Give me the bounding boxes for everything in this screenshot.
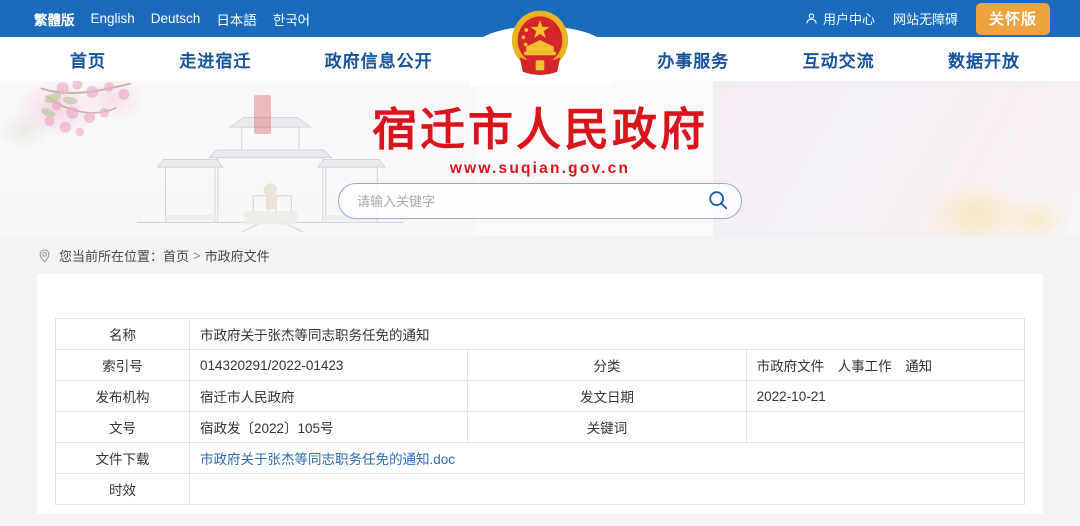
user-center-label: 用户中心 xyxy=(822,12,875,27)
breadcrumb-separator: > xyxy=(193,247,201,263)
table-row: 文号 宿政发〔2022〕105号 关键词 xyxy=(55,411,1026,443)
breadcrumb: 您当前所在位置： 首页 > 市政府文件 xyxy=(0,236,1080,274)
site-title: 宿迁市人民政府 xyxy=(371,103,708,156)
meta-value-validity xyxy=(189,473,1025,505)
search-icon xyxy=(707,189,729,214)
accessibility-link[interactable]: 网站无障碍 xyxy=(893,9,958,28)
meta-value-category: 市政府文件 人事工作 通知 xyxy=(745,349,1026,381)
content-card: 名称 市政府关于张杰等同志职务任免的通知 索引号 014320291/2022-… xyxy=(37,274,1043,514)
main-navigation: 首页 走进宿迁 政府信息公开 办事服务 互动交流 数据开放 xyxy=(0,37,1080,81)
nav-item-services[interactable]: 办事服务 xyxy=(657,47,729,72)
user-center-button[interactable]: 用户中心 xyxy=(805,9,875,28)
meta-label-keywords: 关键词 xyxy=(467,411,747,443)
table-row: 文件下载 市政府关于张杰等同志职务任免的通知.doc xyxy=(55,442,1025,474)
nav-item-gov-info-disclosure[interactable]: 政府信息公开 xyxy=(325,47,433,72)
site-banner: 宿迁市人民政府 www.suqian.gov.cn xyxy=(0,81,1080,236)
table-row: 发布机构 宿迁市人民政府 发文日期 2022-10-21 xyxy=(55,380,1026,412)
table-row: 时效 xyxy=(55,473,1025,505)
search-box[interactable] xyxy=(338,183,742,219)
nav-item-about-suqian[interactable]: 走进宿迁 xyxy=(179,47,251,72)
meta-label-validity: 时效 xyxy=(55,473,190,505)
language-link-japanese[interactable]: 日本語 xyxy=(216,9,257,29)
language-link-traditional[interactable]: 繁體版 xyxy=(34,9,75,29)
meta-label-document-number: 文号 xyxy=(55,411,190,443)
meta-label-file-download: 文件下载 xyxy=(55,442,190,474)
meta-value-index-number: 014320291/2022-01423 xyxy=(188,349,469,381)
meta-value-keywords xyxy=(745,411,1026,443)
top-right-links: 用户中心 网站无障碍 关怀版 xyxy=(805,2,1050,35)
meta-label-category: 分类 xyxy=(467,349,747,381)
language-link-korean[interactable]: 한국어 xyxy=(273,9,310,29)
user-icon xyxy=(805,12,818,25)
banner-title-block: 宿迁市人民政府 www.suqian.gov.cn xyxy=(0,107,1080,178)
site-url: www.suqian.gov.cn xyxy=(449,160,631,177)
meta-value-issue-date: 2022-10-21 xyxy=(745,380,1026,412)
breadcrumb-current: 市政府文件 xyxy=(204,248,270,264)
meta-label-issue-date: 发文日期 xyxy=(467,380,747,412)
language-link-english[interactable]: English xyxy=(91,11,135,26)
meta-value-document-number: 宿政发〔2022〕105号 xyxy=(188,411,469,443)
nav-item-interaction[interactable]: 互动交流 xyxy=(803,47,875,72)
nav-item-open-data[interactable]: 数据开放 xyxy=(948,47,1020,72)
nav-item-home[interactable]: 首页 xyxy=(70,47,106,72)
table-row: 名称 市政府关于张杰等同志职务任免的通知 xyxy=(55,318,1025,350)
search-button[interactable] xyxy=(695,184,741,218)
table-row: 索引号 014320291/2022-01423 分类 市政府文件 人事工作 通… xyxy=(55,349,1026,381)
file-download-link[interactable]: 市政府关于张杰等同志职务任免的通知.doc xyxy=(200,452,455,467)
location-pin-icon xyxy=(37,248,59,263)
meta-label-issuing-agency: 发布机构 xyxy=(55,380,190,412)
meta-value-name: 市政府关于张杰等同志职务任免的通知 xyxy=(189,318,1025,350)
language-link-deutsch[interactable]: Deutsch xyxy=(151,11,201,26)
breadcrumb-prefix: 您当前所在位置： xyxy=(59,248,164,264)
top-utility-bar: 繁體版 English Deutsch 日本語 한국어 用户中心 网站无障碍 关… xyxy=(0,0,1080,37)
meta-label-index-number: 索引号 xyxy=(55,349,190,381)
search-input[interactable] xyxy=(339,193,695,209)
meta-label-name: 名称 xyxy=(55,318,190,350)
care-version-button[interactable]: 关怀版 xyxy=(975,2,1050,35)
meta-value-issuing-agency: 宿迁市人民政府 xyxy=(188,380,469,412)
language-switcher: 繁體版 English Deutsch 日本語 한국어 xyxy=(34,9,310,29)
document-metadata-table: 名称 市政府关于张杰等同志职务任免的通知 索引号 014320291/2022-… xyxy=(55,318,1026,505)
breadcrumb-link-home[interactable]: 首页 xyxy=(163,246,189,265)
